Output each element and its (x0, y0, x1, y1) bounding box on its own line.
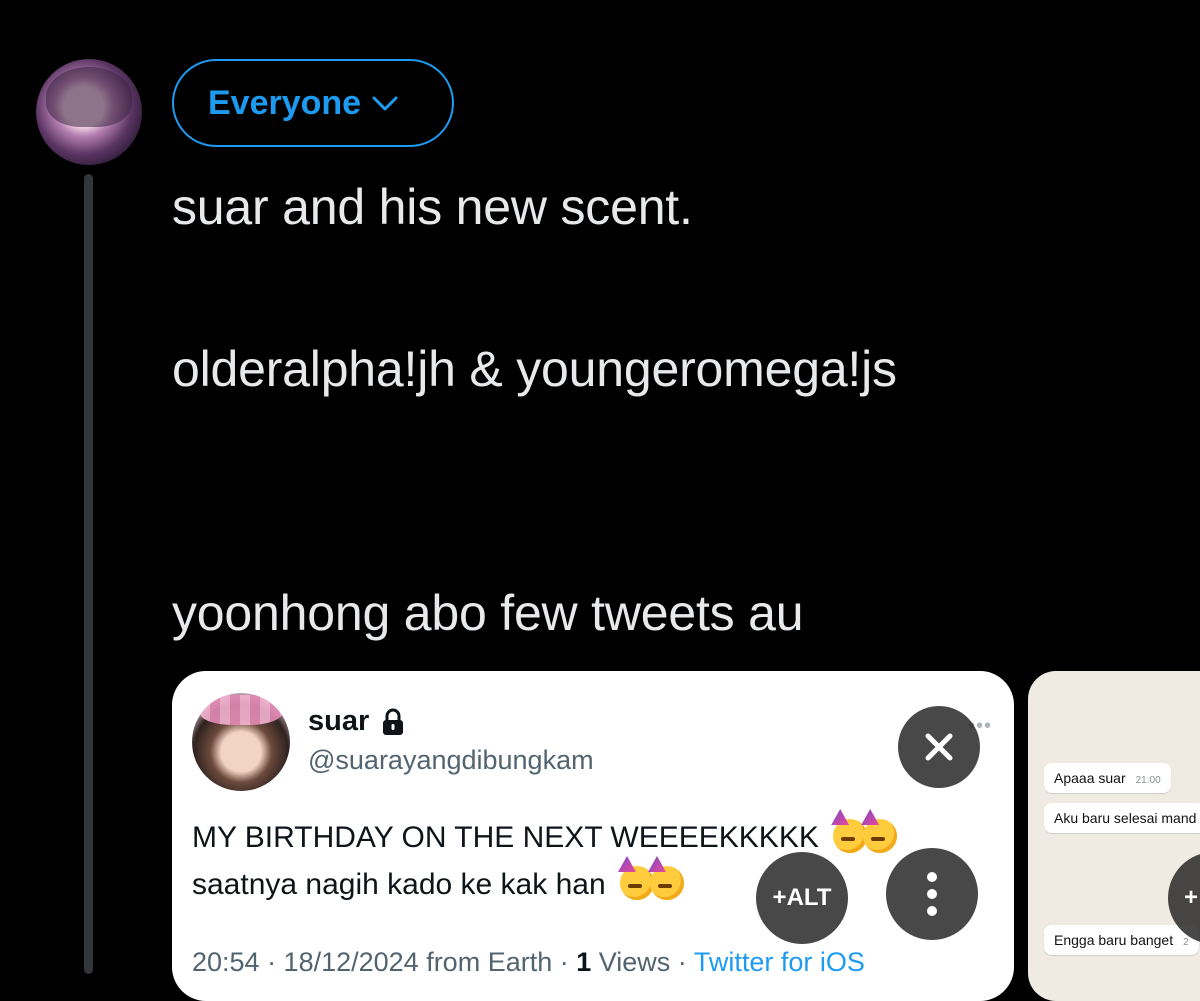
media-more-options-button[interactable] (886, 848, 978, 940)
embedded-source: Twitter for iOS (693, 947, 865, 977)
embedded-body-text-1: MY BIRTHDAY ON THE NEXT WEEEEKKKKK (192, 821, 819, 854)
post-text-line-1: suar and his new scent. (172, 179, 693, 235)
chat-bubble-text: Engga baru banget (1054, 932, 1174, 948)
audience-selector-button[interactable]: Everyone (172, 59, 454, 147)
embedded-views-count: 1 (576, 947, 592, 977)
add-alt-text-button[interactable]: +ALT (756, 852, 848, 944)
embedded-body-line-1: MY BIRTHDAY ON THE NEXT WEEEEKKKKK (192, 819, 898, 855)
party-face-emoji (649, 866, 684, 900)
chat-bubble: Aku baru selesai mand (1044, 803, 1200, 833)
embedded-body-text-2: saatnya nagih kado ke kak han (192, 868, 606, 901)
chat-bubble-text: Aku baru selesai mand (1054, 810, 1197, 826)
more-vertical-icon (927, 872, 937, 916)
chat-bubble-text: Apaaa suar (1054, 770, 1126, 786)
post-text-line-2: olderalpha!jh & youngeromega!js (172, 341, 897, 397)
post-text-line-3: yoonhong abo few tweets au (172, 585, 804, 641)
embedded-timestamp: 20:54 · 18/12/2024 from Earth · (192, 947, 577, 977)
media-image-1[interactable]: suar @suarayangdibungkam ••• MY BIRTHDAY… (172, 671, 1014, 1001)
user-avatar[interactable] (36, 59, 142, 165)
chat-bubble: Apaaa suar 21:00 (1044, 763, 1171, 793)
close-icon (925, 733, 953, 761)
audience-label: Everyone (208, 83, 362, 122)
embedded-display-name: suar (308, 705, 370, 737)
embedded-name: suar (308, 705, 407, 738)
party-face-emoji (863, 819, 898, 853)
embedded-handle: @suarayangdibungkam (308, 745, 594, 775)
chevron-down-icon (372, 96, 398, 111)
lock-icon (383, 708, 404, 735)
thread-line (84, 174, 93, 974)
embedded-body-line-2: saatnya nagih kado ke kak han (192, 866, 684, 902)
embedded-meta: 20:54 · 18/12/2024 from Earth · 1 Views … (192, 947, 865, 978)
alt-label: +ALT (772, 884, 832, 911)
remove-media-button[interactable] (898, 706, 980, 788)
embedded-avatar (192, 693, 290, 791)
chat-bubble-time: 2 (1183, 937, 1189, 948)
media-image-2[interactable]: Apaaa suar 21:00 Aku baru selesai mand En… (1028, 671, 1200, 1001)
alt-label-partial: + (1184, 884, 1199, 911)
chat-bubble: Engga baru banget 2 (1044, 925, 1199, 955)
embedded-views-label: Views · (591, 947, 694, 977)
avatar-image (46, 67, 132, 127)
chat-bubble-time: 21:00 (1135, 775, 1161, 786)
